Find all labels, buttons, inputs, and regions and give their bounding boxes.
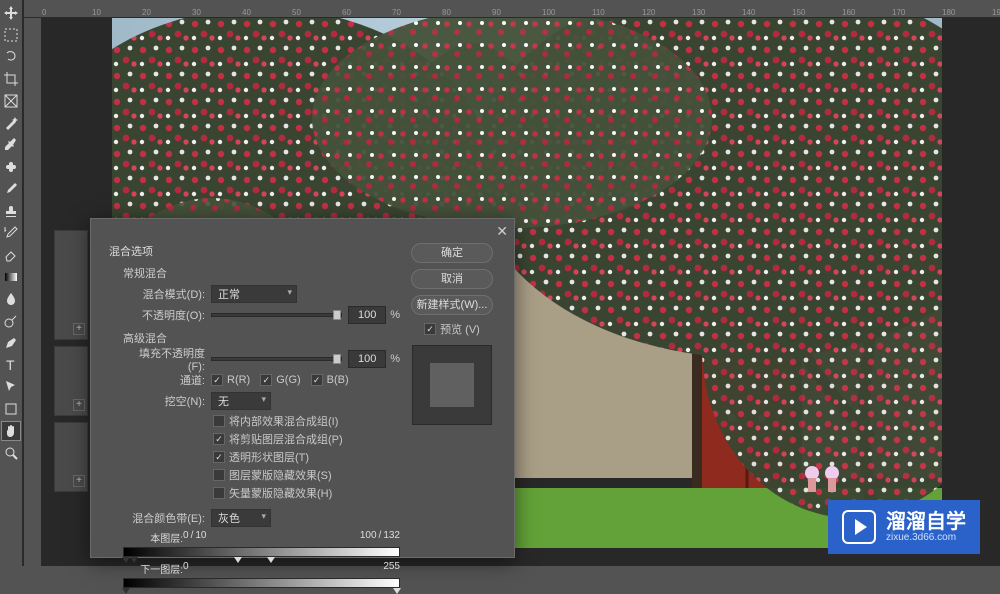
crop-tool[interactable] [1, 69, 21, 89]
watermark-title: 溜溜自学 [886, 512, 966, 532]
opacity-slider[interactable] [211, 313, 342, 317]
channel-g-checkbox[interactable] [260, 374, 272, 386]
layer-style-dialog: ✕ 混合选项 常规混合 混合模式(D): 正常 不透明度(O): 100 % 高… [90, 218, 515, 558]
blend-mode-label: 混合模式(D): [123, 286, 211, 302]
preview-swatch [412, 345, 492, 425]
stamp-tool[interactable] [1, 201, 21, 221]
close-icon[interactable]: ✕ [496, 223, 508, 240]
this-v0: 0 [183, 530, 189, 545]
channel-g-label: G(G) [276, 374, 300, 386]
opacity-label: 不透明度(O): [123, 307, 211, 323]
gradient-tool[interactable] [1, 267, 21, 287]
cancel-button[interactable]: 取消 [411, 269, 493, 289]
ruler-horizontal: 0102030405060708090100110120130140150160… [24, 0, 1000, 18]
under-layer-gradient[interactable] [123, 578, 400, 588]
add-icon[interactable]: + [73, 399, 85, 411]
this-v3: 132 [383, 530, 400, 545]
pct-label: % [390, 353, 400, 365]
adv-opt-0-checkbox[interactable] [213, 415, 225, 427]
eyedropper-tool[interactable] [1, 135, 21, 155]
blendif-select[interactable]: 灰色 [211, 509, 271, 527]
watermark-sub: zixue.3d66.com [886, 532, 966, 543]
brush-tool[interactable] [1, 179, 21, 199]
this-layer-label: 本图层: [123, 530, 183, 545]
zoom-tool[interactable] [1, 443, 21, 463]
watermark: 溜溜自学 zixue.3d66.com [828, 500, 980, 554]
channel-r-label: R(R) [227, 374, 250, 386]
this-layer-gradient[interactable] [123, 547, 400, 557]
adv-opt-1-label: 将剪贴图层混合成组(P) [229, 431, 343, 447]
new-style-button[interactable]: 新建样式(W)... [411, 295, 493, 315]
preview-checkbox[interactable] [424, 323, 436, 335]
pen-tool[interactable] [1, 333, 21, 353]
blendif-label: 混合颜色带(E): [123, 510, 211, 526]
collapsed-panel-stack: + + + [54, 230, 88, 492]
type-tool[interactable]: T [1, 355, 21, 375]
adv-opt-3-checkbox[interactable] [213, 469, 225, 481]
adv-opt-1-checkbox[interactable] [213, 433, 225, 445]
pct-label: % [390, 309, 400, 321]
adv-opt-4-checkbox[interactable] [213, 487, 225, 499]
under-layer-label: 下一图层: [123, 561, 183, 576]
marquee-tool[interactable] [1, 25, 21, 45]
adv-opt-2-checkbox[interactable] [213, 451, 225, 463]
under-v2: 255 [383, 561, 400, 576]
adv-opt-4-label: 矢量蒙版隐藏效果(H) [229, 485, 332, 501]
dialog-title: 混合选项 [109, 243, 400, 259]
adv-opt-0-label: 将内部效果混合成组(I) [229, 413, 338, 429]
heal-tool[interactable] [1, 157, 21, 177]
blend-mode-select[interactable]: 正常 [211, 285, 297, 303]
move-tool[interactable] [1, 3, 21, 23]
shape-tool[interactable] [1, 399, 21, 419]
channel-b-label: B(B) [327, 374, 349, 386]
channel-b-checkbox[interactable] [311, 374, 323, 386]
history-brush-tool[interactable] [1, 223, 21, 243]
path-select-tool[interactable] [1, 377, 21, 397]
wand-tool[interactable] [1, 113, 21, 133]
knockout-select[interactable]: 无 [211, 392, 271, 410]
collapsed-panel[interactable]: + [54, 230, 88, 340]
preview-label: 预览 (V) [440, 321, 480, 337]
collapsed-panel[interactable]: + [54, 422, 88, 492]
toolbox: T [0, 0, 23, 566]
ok-button[interactable]: 确定 [411, 243, 493, 263]
general-blend-label: 常规混合 [123, 265, 400, 281]
ruler-vertical [24, 18, 42, 566]
channels-label: 通道: [123, 372, 211, 388]
add-icon[interactable]: + [73, 323, 85, 335]
frame-tool[interactable] [1, 91, 21, 111]
svg-text:T: T [6, 357, 15, 373]
play-icon [842, 510, 876, 544]
hand-tool[interactable] [1, 421, 21, 441]
this-v1: 10 [195, 530, 206, 545]
dodge-tool[interactable] [1, 311, 21, 331]
advanced-blend-label: 高级混合 [123, 330, 400, 346]
fill-opacity-label: 填充不透明度(F): [123, 345, 211, 373]
opacity-value[interactable]: 100 [348, 306, 386, 324]
knockout-label: 挖空(N): [123, 393, 211, 409]
lasso-tool[interactable] [1, 47, 21, 67]
adv-opt-3-label: 图层蒙版隐藏效果(S) [229, 467, 332, 483]
this-v2: 100 [360, 530, 377, 545]
fill-opacity-slider[interactable] [211, 357, 342, 361]
channel-r-checkbox[interactable] [211, 374, 223, 386]
eraser-tool[interactable] [1, 245, 21, 265]
fill-opacity-value[interactable]: 100 [348, 350, 386, 368]
collapsed-panel[interactable]: + [54, 346, 88, 416]
blur-tool[interactable] [1, 289, 21, 309]
adv-opt-2-label: 透明形状图层(T) [229, 449, 309, 465]
add-icon[interactable]: + [73, 475, 85, 487]
